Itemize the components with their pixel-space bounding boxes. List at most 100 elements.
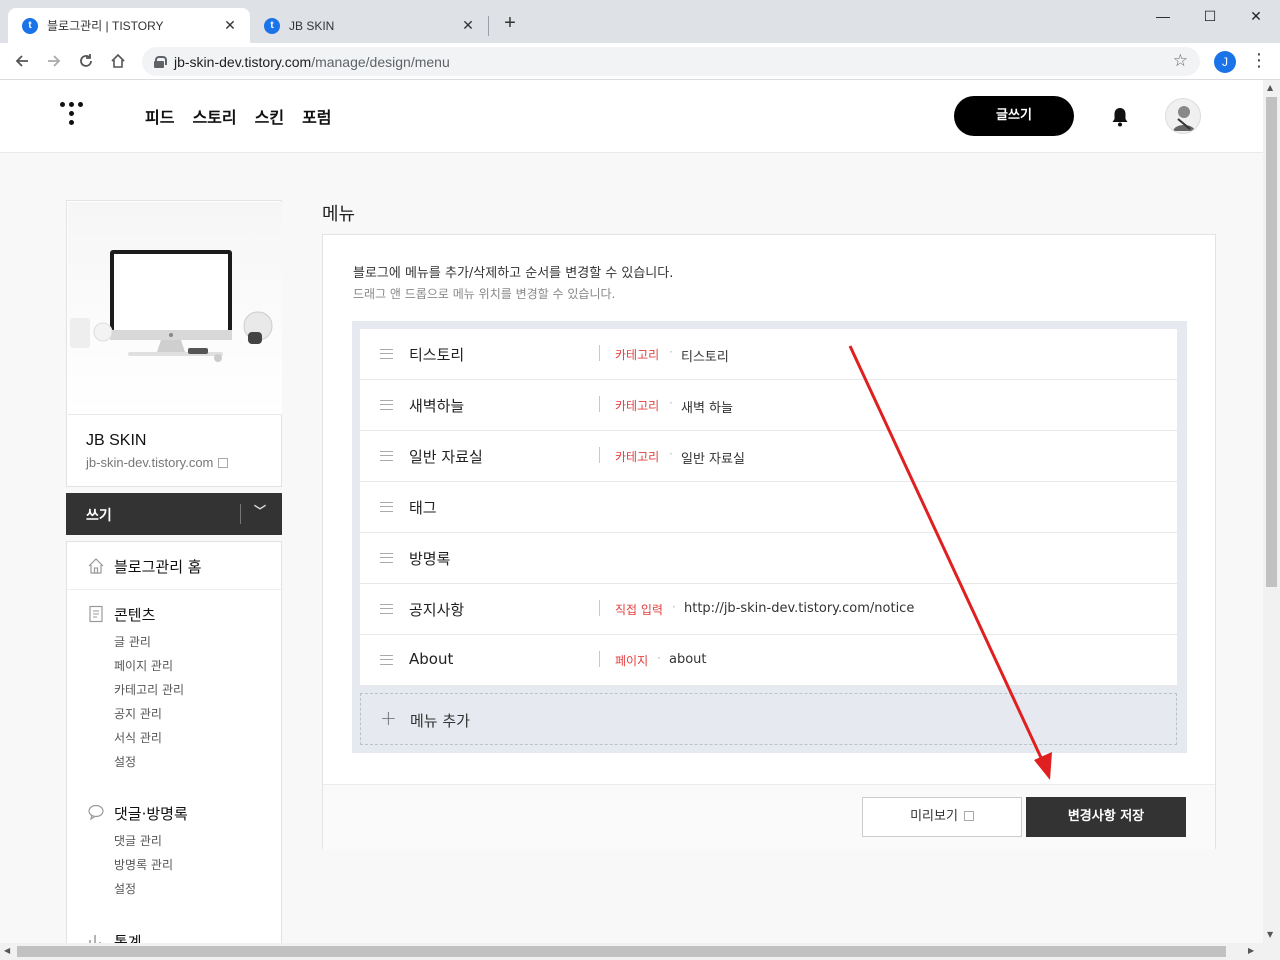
horizontal-scroll-thumb[interactable] — [17, 946, 1226, 957]
drag-handle-icon[interactable] — [380, 349, 393, 359]
drag-handle-icon[interactable] — [380, 604, 393, 614]
tab-title: JB SKIN — [289, 18, 335, 33]
back-button[interactable] — [10, 49, 34, 73]
menu-item-name: 새벽하늘 — [409, 397, 465, 415]
scroll-left-icon[interactable]: ◀ — [4, 946, 10, 955]
middle-dot: · — [669, 447, 673, 461]
nav-feed[interactable]: 피드 — [145, 104, 174, 128]
preview-button[interactable]: 미리보기 — [862, 797, 1022, 837]
drag-handle-icon[interactable] — [380, 502, 393, 512]
sidebar-item-posts[interactable]: 글 관리 — [114, 633, 151, 650]
reload-button[interactable] — [74, 49, 98, 73]
blog-url-link[interactable]: jb-skin-dev.tistory.com — [86, 455, 229, 470]
chevron-down-icon[interactable]: ﹀ — [254, 502, 266, 519]
menu-item-type: 페이지 — [615, 654, 649, 668]
write-post-button[interactable]: 글쓰기 — [954, 96, 1074, 136]
user-avatar[interactable] — [1165, 98, 1201, 134]
sidebar-item-home[interactable]: 블로그관리 홈 — [67, 542, 281, 590]
save-changes-button[interactable]: 변경사항 저장 — [1026, 797, 1186, 837]
scroll-down-icon[interactable]: ▼ — [1267, 930, 1273, 939]
menu-item-value: 티스토리 — [681, 350, 729, 365]
home-icon — [88, 558, 104, 574]
nav-skin[interactable]: 스킨 — [255, 104, 284, 128]
tab-close-icon[interactable]: ✕ — [460, 17, 476, 34]
menu-item-row[interactable]: About 페이지 · about — [360, 635, 1177, 686]
drag-handle-icon[interactable] — [380, 655, 393, 665]
bookmark-star-icon[interactable]: ☆ — [1173, 51, 1188, 71]
external-link-icon — [963, 811, 974, 821]
desk-computer-illustration-icon — [70, 250, 273, 362]
notification-bell-icon[interactable] — [1110, 106, 1130, 128]
tab-close-icon[interactable]: ✕ — [222, 17, 238, 34]
preview-label: 미리보기 — [910, 809, 958, 824]
sidebar-item-guestbook[interactable]: 방명록 관리 — [114, 856, 173, 873]
menu-item-separator — [599, 396, 600, 412]
browser-menu-icon[interactable]: ⋮ — [1250, 49, 1268, 73]
sidebar-item-comment-settings[interactable]: 설정 — [114, 880, 136, 897]
sidebar-item-pages[interactable]: 페이지 관리 — [114, 657, 173, 674]
menu-item-value: http://jb-skin-dev.tistory.com/notice — [684, 601, 915, 616]
scroll-up-icon[interactable]: ▲ — [1267, 83, 1273, 92]
tistory-logo-icon[interactable] — [60, 102, 88, 132]
menu-item-value: 일반 자료실 — [681, 452, 745, 467]
menu-item-row[interactable]: 티스토리 카테고리 · 티스토리 — [360, 329, 1177, 380]
sidebar-menu: 블로그관리 홈 콘텐츠 글 관리 페이지 관리 카테고리 관리 공지 관리 서식… — [66, 541, 282, 960]
sidebar-item-notices[interactable]: 공지 관리 — [114, 705, 162, 722]
new-tab-button[interactable]: + — [500, 12, 520, 35]
forward-button[interactable] — [42, 49, 66, 73]
menu-item-separator — [599, 345, 600, 361]
menu-item-separator — [599, 651, 600, 667]
sidebar-item-templates[interactable]: 서식 관리 — [114, 729, 162, 746]
page-title: 메뉴 — [322, 204, 356, 225]
back-arrow-icon — [15, 55, 28, 67]
url-path: /manage/design/menu — [311, 53, 450, 70]
tab-separator — [488, 16, 489, 36]
sidebar-item-comments[interactable]: 댓글 관리 — [114, 832, 162, 849]
menu-item-type: 카테고리 — [615, 399, 660, 413]
minimize-button[interactable]: — — [1140, 4, 1186, 28]
document-icon — [89, 605, 103, 623]
menu-item-name: About — [409, 650, 454, 668]
plus-icon: + — [380, 706, 397, 730]
maximize-button[interactable]: ☐ — [1187, 4, 1233, 28]
profile-avatar[interactable]: J — [1214, 51, 1236, 73]
horizontal-scrollbar[interactable]: ◀ ▶ — [0, 943, 1280, 960]
nav-forum[interactable]: 포럼 — [302, 104, 331, 128]
address-bar: jb-skin-dev.tistory.com/manage/design/me… — [0, 43, 1280, 80]
reload-icon — [80, 54, 92, 67]
menu-item-separator — [599, 600, 600, 616]
vertical-scroll-thumb[interactable] — [1266, 97, 1277, 587]
menu-item-row[interactable]: 태그 — [360, 482, 1177, 533]
url-input[interactable]: jb-skin-dev.tistory.com/manage/design/me… — [142, 47, 1200, 76]
add-menu-label: 메뉴 추가 — [410, 712, 470, 730]
add-menu-button[interactable]: + 메뉴 추가 — [360, 693, 1177, 745]
tistory-favicon-icon: t — [264, 17, 280, 34]
menu-item-row[interactable]: 방명록 — [360, 533, 1177, 584]
forward-arrow-icon — [48, 55, 61, 67]
home-button[interactable] — [106, 49, 130, 73]
scroll-right-icon[interactable]: ▶ — [1248, 946, 1254, 955]
vertical-scrollbar[interactable]: ▲ ▼ — [1263, 80, 1280, 943]
menu-item-row[interactable]: 새벽하늘 카테고리 · 새벽 하늘 — [360, 380, 1177, 431]
tab-jb-skin[interactable]: t JB SKIN ✕ — [250, 8, 488, 43]
url-host: jb-skin-dev.tistory.com — [174, 53, 312, 70]
drag-handle-icon[interactable] — [380, 400, 393, 410]
menu-item-row[interactable]: 공지사항 직접 입력 · http://jb-skin-dev.tistory.… — [360, 584, 1177, 635]
sidebar-item-content-settings[interactable]: 설정 — [114, 753, 136, 770]
menu-item-type: 직접 입력 — [615, 603, 663, 617]
nav-story[interactable]: 스토리 — [192, 104, 236, 128]
menu-list: 티스토리 카테고리 · 티스토리 새벽하늘 카테고리 · 새벽 하늘 일반 자료… — [352, 321, 1187, 753]
window-close-button[interactable]: ✕ — [1233, 4, 1279, 28]
sidebar-item-categories[interactable]: 카테고리 관리 — [114, 681, 184, 698]
description-secondary: 드래그 앤 드롭으로 메뉴 위치를 변경할 수 있습니다. — [353, 287, 616, 301]
drag-handle-icon[interactable] — [380, 553, 393, 563]
sidebar-write-button[interactable]: 쓰기 ﹀ — [66, 493, 282, 535]
sidebar-group-comments[interactable]: 댓글·방명록 — [114, 803, 188, 824]
speech-bubble-icon — [88, 804, 104, 821]
menu-item-row[interactable]: 일반 자료실 카테고리 · 일반 자료실 — [360, 431, 1177, 482]
blog-thumbnail[interactable] — [68, 202, 282, 415]
blog-name: JB SKIN — [86, 432, 147, 449]
sidebar-group-contents[interactable]: 콘텐츠 — [114, 604, 155, 625]
drag-handle-icon[interactable] — [380, 451, 393, 461]
tab-blog-manage[interactable]: t 블로그관리 | TISTORY ✕ — [8, 8, 250, 43]
